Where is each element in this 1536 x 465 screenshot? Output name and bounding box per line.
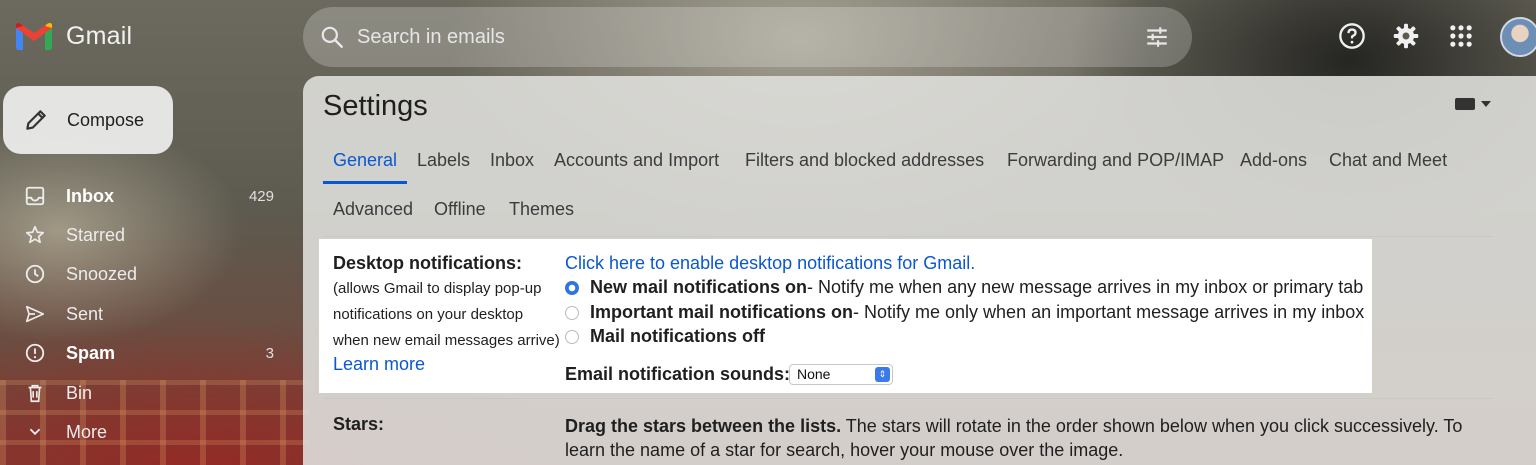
- notification-option-new-mail[interactable]: New mail notifications on - Notify me wh…: [565, 277, 1363, 298]
- notification-sound-select[interactable]: None ⇕: [789, 364, 893, 385]
- learn-more-link[interactable]: Learn more: [333, 354, 425, 375]
- tab-inbox[interactable]: Inbox: [490, 150, 534, 171]
- notification-option-important-mail[interactable]: Important mail notifications on - Notify…: [565, 302, 1364, 323]
- select-arrows-icon: ⇕: [875, 367, 890, 382]
- sidebar-item-starred[interactable]: Starred: [0, 217, 290, 253]
- active-tab-indicator: [323, 181, 407, 184]
- tab-themes[interactable]: Themes: [509, 199, 574, 220]
- select-value: None: [797, 366, 831, 382]
- unread-count: 429: [248, 187, 274, 205]
- sidebar-item-label: Bin: [66, 382, 93, 403]
- stars-description: Drag the stars between the lists. The st…: [565, 414, 1465, 462]
- unread-count: 3: [265, 344, 274, 362]
- sidebar-item-label: More: [66, 421, 108, 442]
- trash-icon: [28, 384, 42, 403]
- sidebar-item-label: Sent: [66, 303, 104, 324]
- notification-sound-label: Email notification sounds:: [565, 364, 791, 384]
- chevron-down-icon: [29, 428, 41, 436]
- search-bar[interactable]: Search in emails: [303, 7, 1192, 67]
- tab-accounts-and-import[interactable]: Accounts and Import: [554, 150, 719, 171]
- caret-down-icon: [1481, 101, 1491, 107]
- inbox-icon: [25, 186, 45, 206]
- sidebar-item-inbox[interactable]: Inbox 429: [0, 178, 290, 214]
- app-name: Gmail: [66, 21, 133, 50]
- search-input[interactable]: Search in emails: [357, 26, 505, 49]
- settings-icon[interactable]: [1392, 22, 1420, 50]
- sidebar-item-snoozed[interactable]: Snoozed: [0, 256, 290, 292]
- option-label: New mail notifications on: [590, 277, 808, 297]
- tab-add-ons[interactable]: Add-ons: [1240, 150, 1307, 171]
- tab-offline[interactable]: Offline: [434, 199, 486, 220]
- clock-icon: [25, 264, 45, 284]
- sidebar-item-label: Spam: [66, 342, 116, 363]
- divider: [323, 236, 1493, 237]
- desktop-notifications-description: (allows Gmail to display pop-up: [333, 280, 542, 297]
- keyboard-icon: [1455, 98, 1475, 110]
- radio-selected[interactable]: [565, 280, 579, 295]
- radio-unselected[interactable]: [565, 305, 579, 320]
- notification-option-off[interactable]: Mail notifications off: [565, 326, 765, 347]
- divider: [323, 398, 1493, 399]
- radio-unselected[interactable]: [565, 329, 579, 344]
- tab-filters[interactable]: Filters and blocked addresses: [745, 150, 984, 171]
- compose-label: Compose: [67, 109, 145, 130]
- gmail-m-logo-icon: [16, 23, 52, 50]
- page-title: Settings: [323, 90, 428, 122]
- option-label: Mail notifications off: [590, 326, 765, 346]
- sidebar-item-sent[interactable]: Sent: [0, 296, 290, 332]
- option-detail: - Notify me when any new message arrives…: [807, 277, 1364, 297]
- stars-instruction: Drag the stars between the lists.: [565, 416, 842, 436]
- desktop-notifications-description: when new email messages arrive): [333, 332, 560, 349]
- gmail-logo[interactable]: Gmail: [14, 20, 132, 52]
- pencil-icon: [26, 110, 46, 130]
- sidebar-item-more[interactable]: More: [0, 414, 290, 450]
- tab-labels[interactable]: Labels: [417, 150, 470, 171]
- sidebar-item-label: Starred: [66, 224, 126, 245]
- desktop-notifications-description: notifications on your desktop: [333, 306, 524, 323]
- tab-advanced[interactable]: Advanced: [333, 199, 413, 220]
- star-icon: [25, 225, 45, 244]
- sidebar-item-label: Snoozed: [66, 263, 138, 284]
- tab-forwarding[interactable]: Forwarding and POP/IMAP: [1007, 150, 1224, 171]
- search-icon[interactable]: [319, 24, 345, 50]
- input-tools-toggle[interactable]: [1455, 98, 1491, 110]
- tab-chat-and-meet[interactable]: Chat and Meet: [1329, 150, 1447, 171]
- tab-general[interactable]: General: [333, 150, 397, 171]
- spam-icon: [25, 343, 45, 363]
- send-icon: [25, 305, 45, 323]
- account-avatar[interactable]: [1500, 17, 1536, 57]
- desktop-notifications-title: Desktop notifications:: [333, 253, 523, 273]
- stars-label: Stars:: [333, 414, 385, 434]
- enable-desktop-notifications-link[interactable]: Click here to enable desktop notificatio…: [565, 253, 975, 274]
- option-label: Important mail notifications on: [590, 302, 854, 322]
- search-options-icon[interactable]: [1144, 24, 1170, 50]
- apps-grid-icon[interactable]: [1447, 22, 1475, 50]
- compose-button[interactable]: Compose: [3, 86, 173, 154]
- option-detail: - Notify me only when an important messa…: [853, 302, 1365, 322]
- sidebar-item-spam[interactable]: Spam 3: [0, 335, 290, 371]
- help-icon[interactable]: [1338, 22, 1366, 50]
- sidebar-item-label: Inbox: [66, 185, 114, 206]
- sidebar-item-bin[interactable]: Bin: [0, 375, 290, 411]
